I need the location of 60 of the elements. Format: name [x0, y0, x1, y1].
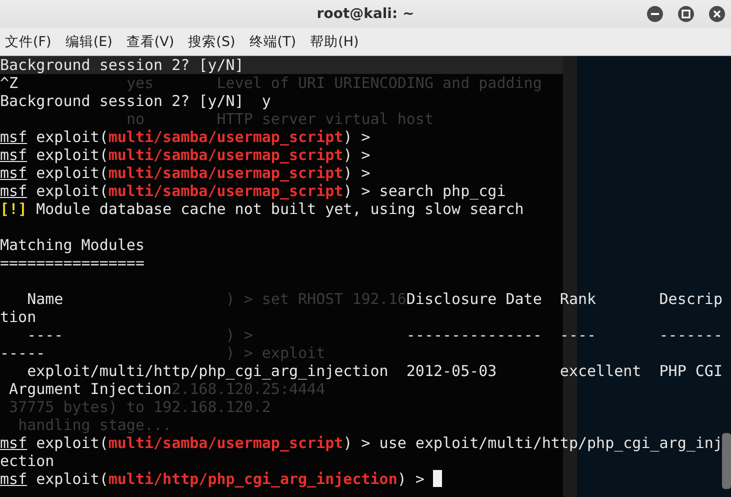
- terminal-text: Descrip: [659, 290, 722, 308]
- module-name: multi/samba/usermap_script: [108, 128, 344, 146]
- terminal-text: Matching Modules: [0, 236, 144, 254]
- prompt-label: msf: [0, 470, 28, 488]
- terminal-text: exploit(: [36, 128, 108, 146]
- terminal-text: ) >: [343, 128, 370, 146]
- terminal-text: excellent: [560, 362, 642, 380]
- minimize-icon[interactable]: [647, 6, 663, 22]
- terminal-text: tion: [0, 308, 36, 326]
- terminal-text: exploit/multi/http/php_cgi_arg_injection: [27, 362, 388, 380]
- terminal-text: -----: [0, 344, 46, 362]
- terminal-text: ) >: [343, 146, 370, 164]
- menu-item[interactable]: 终端(T): [249, 32, 296, 50]
- module-name: multi/samba/usermap_script: [108, 434, 344, 452]
- text-cursor: [433, 470, 442, 487]
- module-name: multi/samba/usermap_script: [108, 164, 344, 182]
- terminal-text: exploit(: [36, 146, 108, 164]
- close-icon[interactable]: [709, 6, 725, 22]
- terminal-text: ) > search php_cgi: [343, 182, 506, 200]
- terminal-text: exploit(: [36, 434, 108, 452]
- terminal-text: 2012-05-03: [406, 362, 497, 380]
- background-text: ) >: [226, 326, 253, 344]
- terminal-text: ) >: [397, 470, 426, 488]
- menu-item[interactable]: 查看(V): [126, 32, 174, 50]
- menu-item[interactable]: 文件(F): [5, 32, 52, 50]
- menu-item[interactable]: 编辑(E): [65, 32, 112, 50]
- terminal-text: Background session 2? [y/N] y: [0, 92, 271, 110]
- terminal-text: exploit(: [36, 164, 108, 182]
- terminal-text: Name: [27, 290, 64, 308]
- terminal-text: Disclosure Date: [406, 290, 542, 308]
- terminal-text: ) > use exploit/multi/http/php_cgi_arg_inj: [343, 434, 722, 452]
- window-title: root@kali: ~: [316, 6, 414, 22]
- module-name: multi/samba/usermap_script: [108, 146, 344, 164]
- terminal-text: -------: [659, 326, 722, 344]
- terminal-text: Argument Injection: [9, 380, 172, 398]
- terminal-text: ----: [560, 326, 596, 344]
- terminal-text: ----: [27, 326, 64, 344]
- terminal-text: ) >: [343, 164, 370, 182]
- prompt-label: msf: [0, 182, 28, 200]
- terminal-text: exploit(: [36, 182, 108, 200]
- prompt-label: msf: [0, 146, 28, 164]
- terminal-text: PHP CGI: [659, 362, 722, 380]
- terminal-text: ection: [0, 452, 54, 470]
- warning-tag: [!]: [0, 200, 28, 218]
- terminal-text: Background session 2? [y/N]: [0, 56, 244, 74]
- module-name: multi/http/php_cgi_arg_injection: [108, 470, 398, 488]
- module-name: multi/samba/usermap_script: [108, 182, 344, 200]
- menu-item[interactable]: 搜索(S): [188, 32, 236, 50]
- prompt-label: msf: [0, 164, 28, 182]
- terminal-text: ^Z: [0, 74, 18, 92]
- scrollbar-thumb[interactable]: [722, 433, 731, 489]
- terminal-text: Module database cache not built yet, using slow search: [36, 200, 524, 218]
- terminal-text: ---------------: [406, 326, 542, 344]
- terminal-text: exploit(: [36, 470, 108, 488]
- maximize-icon[interactable]: [678, 6, 694, 22]
- menu-item[interactable]: 帮助(H): [310, 32, 359, 50]
- prompt-label: msf: [0, 434, 28, 452]
- prompt-label: msf: [0, 128, 28, 146]
- terminal-text: ================: [0, 254, 144, 272]
- terminal-text: Rank: [560, 290, 596, 308]
